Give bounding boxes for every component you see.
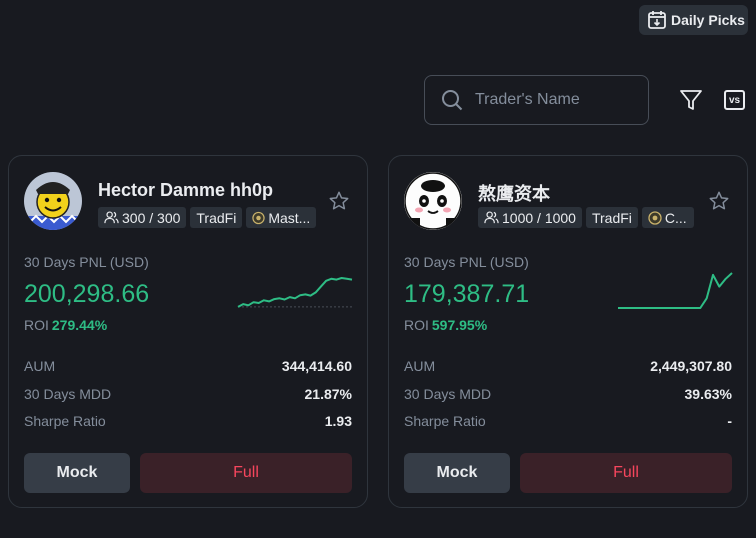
mdd-value: 39.63% [684,386,732,402]
aum-value: 2,449,307.80 [650,358,732,374]
sharpe-value: 1.93 [324,413,352,429]
tag-badge-label: C... [664,209,687,226]
sharpe-label: Sharpe Ratio [24,413,106,429]
sharpe-row: Sharpe Ratio 1.93 [24,413,352,429]
mdd-label: 30 Days MDD [24,386,112,402]
aum-row: AUM 2,449,307.80 [404,358,732,374]
sharpe-label: Sharpe Ratio [404,413,486,429]
pnl-sparkline [237,277,353,308]
sparkline-line [237,277,353,308]
mock-button[interactable]: Mock [24,453,130,493]
pnl-label: 30 Days PNL (USD) [24,254,149,270]
aum-label: AUM [404,358,436,374]
roi-value: 597.95% [431,317,488,333]
mdd-row: 30 Days MDD 21.87% [24,386,352,402]
aum-value: 344,414.60 [281,358,352,374]
compare-vs-button[interactable]: vs [724,90,745,110]
aum-row: AUM 344,414.60 [24,358,352,374]
avatar[interactable] [404,172,462,230]
mdd-row: 30 Days MDD 39.63% [404,386,732,402]
mdd-label: 30 Days MDD [404,386,492,402]
medal-icon [252,211,265,224]
tag-tradfi: TradFi [190,207,243,228]
roi: ROI 279.44% [24,317,107,333]
tag-row: 1000 / 1000 TradFi C... [478,207,694,228]
tag-badge: Mast... [246,207,317,228]
copiers-count: 300 / 300 [122,209,181,226]
mock-button[interactable]: Mock [404,453,510,493]
tag-tradfi: TradFi [585,207,638,228]
roi-label: ROI [24,317,49,333]
tag-badge: C... [641,207,694,228]
star-icon[interactable] [708,190,730,212]
tag-row: 300 / 300 TradFi Mast... [98,207,317,228]
pnl-value: 200,298.66 [24,280,150,308]
daily-picks-button[interactable]: Daily Picks [639,5,748,35]
pnl-value: 179,387.71 [404,280,530,308]
pnl-sparkline [618,272,733,309]
full-button[interactable]: Full [520,453,732,493]
copiers-count: 1000 / 1000 [502,209,576,226]
tag-badge-label: Mast... [268,209,311,226]
daily-picks-label: Daily Picks [671,12,745,28]
roi-label: ROI [404,317,429,333]
sparkline-line [618,272,733,309]
search-icon [442,90,463,111]
copiers-badge: 300 / 300 [98,207,187,228]
tag-tradfi-label: TradFi [591,209,632,226]
medal-icon [648,210,662,225]
avatar[interactable] [24,172,82,230]
search-input[interactable] [475,91,635,109]
tag-tradfi-label: TradFi [196,209,237,226]
trader-name[interactable]: Hector Damme hh0p [98,180,273,201]
sharpe-row: Sharpe Ratio - [404,413,732,429]
search-box[interactable] [424,75,649,125]
filter-icon[interactable] [679,88,703,112]
roi: ROI 597.95% [404,317,487,333]
pnl-label: 30 Days PNL (USD) [404,254,529,270]
roi-value: 279.44% [51,317,108,333]
trader-name[interactable]: 熬鹰资本 [478,180,550,206]
users-icon [104,211,119,224]
users-icon [484,211,499,224]
full-button[interactable]: Full [140,453,352,493]
calendar-icon [648,11,666,29]
vs-label: vs [728,94,741,106]
copiers-badge: 1000 / 1000 [478,207,582,228]
mdd-value: 21.87% [304,386,352,402]
aum-label: AUM [24,358,56,374]
star-icon[interactable] [328,190,350,212]
trader-card[interactable]: 熬鹰资本 1000 / 1000 TradFi C... 30 Days PNL… [388,155,748,508]
sharpe-value: - [727,413,732,429]
trader-card[interactable]: Hector Damme hh0p 300 / 300 TradFi Mast.… [8,155,368,508]
